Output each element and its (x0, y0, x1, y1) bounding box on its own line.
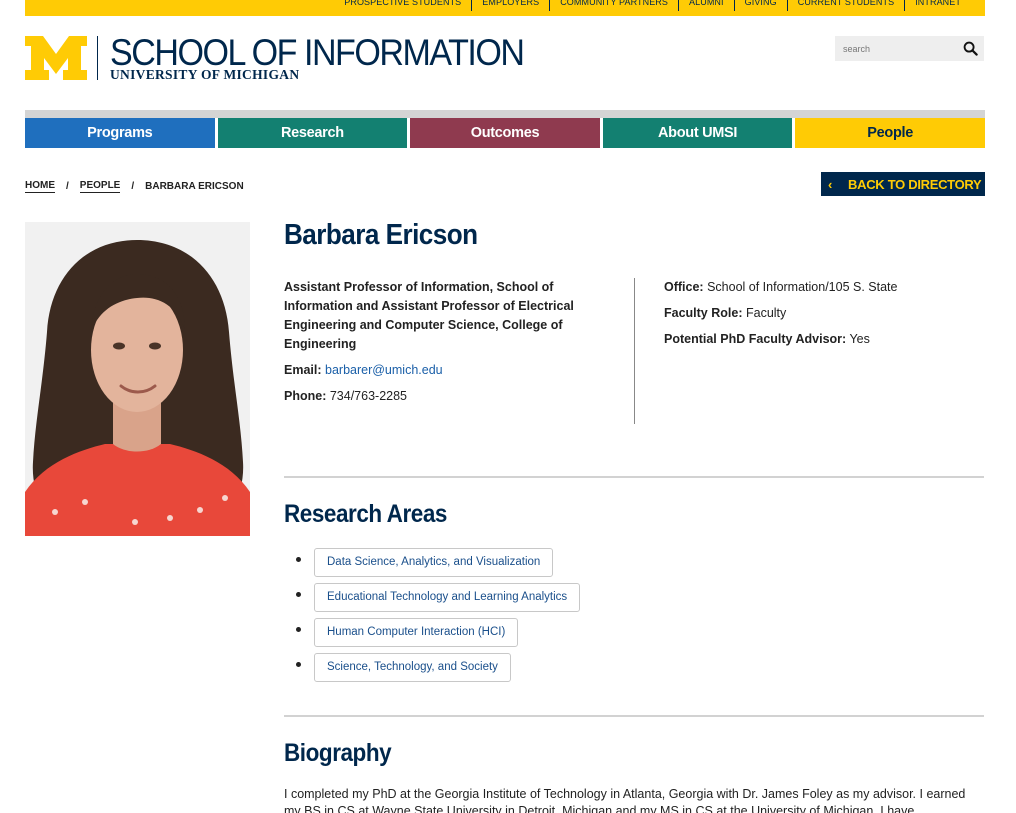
advisor-label: Potential PhD Faculty Advisor: (664, 332, 847, 346)
phone-row: Phone: 734/763-2285 (284, 387, 604, 406)
contact-details: Assistant Professor of Information, Scho… (284, 278, 604, 406)
logo-subtitle: UNIVERSITY OF MICHIGAN (110, 67, 300, 82)
nav-divider-bar (25, 110, 985, 118)
main-nav: Programs Research Outcomes About UMSI Pe… (25, 118, 985, 148)
faculty-role-value: Faculty (745, 306, 787, 320)
utility-nav: PROSPECTIVE STUDENTS EMPLOYERS COMMUNITY… (334, 0, 971, 11)
utility-bar: PROSPECTIVE STUDENTS EMPLOYERS COMMUNITY… (25, 0, 985, 16)
research-area-tag[interactable]: Educational Technology and Learning Anal… (314, 583, 581, 612)
research-area-tag[interactable]: Science, Technology, and Society (314, 653, 511, 682)
nav-research[interactable]: Research (217, 118, 408, 148)
breadcrumb-current: BARBARA ERICSON (145, 181, 244, 192)
search-input[interactable] (835, 36, 950, 61)
utility-link-alumni[interactable]: ALUMNI (678, 0, 734, 11)
advisor-value: Yes (849, 332, 870, 346)
research-area-item: Human Computer Interaction (HCI) (296, 615, 580, 650)
research-area-item: Science, Technology, and Society (296, 650, 580, 685)
breadcrumb-people[interactable]: PEOPLE (79, 180, 121, 193)
breadcrumb-home[interactable]: HOME (25, 180, 55, 193)
role-details: Office: School of Information/105 S. Sta… (664, 278, 897, 356)
bullet (296, 557, 301, 562)
utility-link-current-students[interactable]: CURRENT STUDENTS (786, 0, 904, 11)
biography-heading: Biography (284, 739, 392, 767)
back-to-directory-button[interactable]: ‹ BACK TO DIRECTORY (821, 172, 985, 196)
research-area-item: Data Science, Analytics, and Visualizati… (296, 545, 580, 580)
profile-photo (25, 222, 250, 536)
research-areas-list: Data Science, Analytics, and Visualizati… (296, 545, 581, 685)
utility-link-intranet[interactable]: INTRANET (904, 0, 971, 11)
portrait-image (25, 222, 250, 536)
chevron-left-icon: ‹ (828, 176, 833, 192)
email-link[interactable]: barbarer@umich.edu (325, 363, 443, 377)
research-area-item: Educational Technology and Learning Anal… (296, 580, 581, 615)
office-value: School of Information/105 S. State (707, 280, 898, 294)
utility-link-prospective-students[interactable]: PROSPECTIVE STUDENTS (334, 0, 471, 11)
advisor-row: Potential PhD Faculty Advisor: Yes (664, 330, 897, 349)
breadcrumb-separator: / (131, 181, 135, 192)
search-icon[interactable] (963, 41, 978, 56)
logo-divider (97, 36, 98, 80)
faculty-role-row: Faculty Role: Faculty (664, 304, 897, 323)
bullet (296, 662, 301, 667)
nav-programs[interactable]: Programs (25, 118, 215, 148)
back-button-label: BACK TO DIRECTORY (848, 176, 982, 192)
nav-outcomes[interactable]: Outcomes (410, 118, 600, 148)
nav-about-umsi[interactable]: About UMSI (602, 118, 793, 148)
breadcrumb-separator: / (66, 181, 69, 192)
block-m-logo (25, 36, 87, 80)
search-box (835, 36, 984, 61)
phone-value: 734/763-2285 (329, 389, 407, 403)
section-divider (284, 476, 984, 478)
utility-link-employers[interactable]: EMPLOYERS (471, 0, 549, 11)
office-label: Office: (664, 280, 704, 294)
email-label: Email: (284, 363, 322, 377)
office-row: Office: School of Information/105 S. Sta… (664, 278, 897, 297)
research-area-tag[interactable]: Human Computer Interaction (HCI) (314, 618, 519, 647)
bullet (296, 627, 301, 632)
email-row: Email: barbarer@umich.edu (284, 361, 604, 380)
phone-label: Phone: (284, 389, 327, 403)
breadcrumb: HOME / PEOPLE / BARBARA ERICSON (25, 180, 244, 193)
faculty-role-label: Faculty Role: (664, 306, 743, 320)
job-title: Assistant Professor of Information, Scho… (284, 280, 574, 351)
bullet (296, 592, 301, 597)
nav-people[interactable]: People (795, 118, 985, 148)
site-logo[interactable]: SCHOOL OF INFORMATION UNIVERSITY OF MICH… (25, 32, 525, 82)
person-name: Barbara Ericson (284, 219, 478, 251)
utility-link-giving[interactable]: GIVING (733, 0, 787, 11)
details-divider (634, 278, 635, 424)
research-areas-heading: Research Areas (284, 500, 447, 528)
biography-text: I completed my PhD at the Georgia Instit… (284, 787, 966, 813)
section-divider (284, 715, 984, 717)
utility-link-community-partners[interactable]: COMMUNITY PARTNERS (549, 0, 678, 11)
research-area-tag[interactable]: Data Science, Analytics, and Visualizati… (314, 548, 554, 577)
